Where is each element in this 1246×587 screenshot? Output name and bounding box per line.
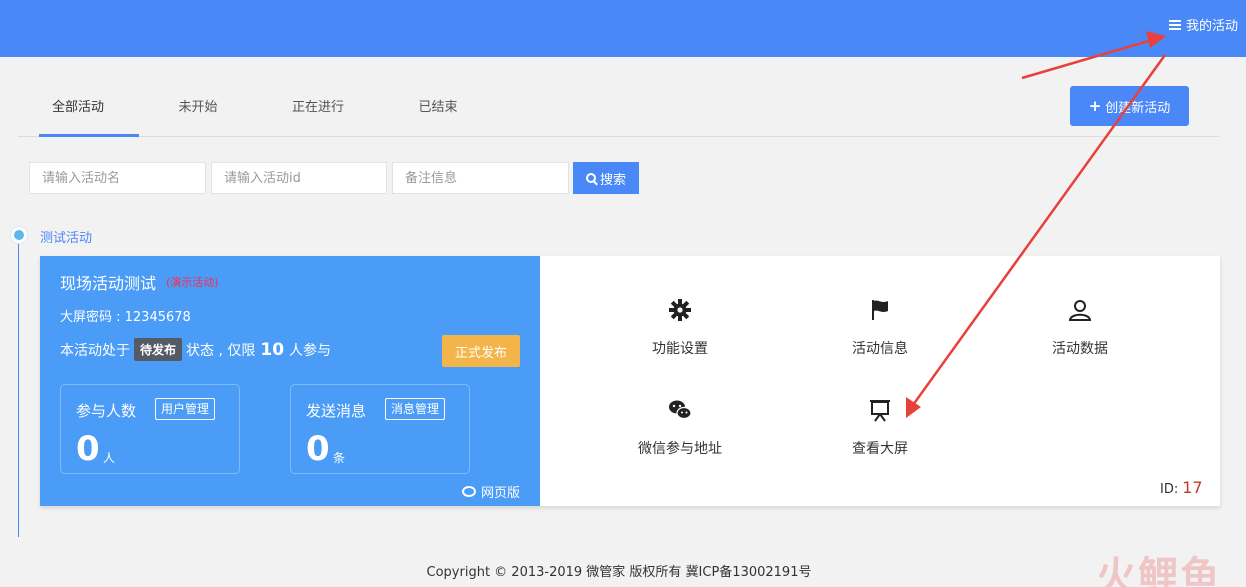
messages-label: 发送消息 xyxy=(306,402,367,420)
screen-password: 大屏密码 : 12345678 xyxy=(60,310,191,325)
activity-id: ID: 17 xyxy=(1160,478,1203,497)
activity-name-input[interactable] xyxy=(29,162,206,194)
activity-info-label: 活动信息 xyxy=(852,341,908,357)
status-badge: 待发布 xyxy=(134,338,183,361)
tab-all-activities[interactable]: 全部活动 xyxy=(18,82,139,137)
participants-label: 参与人数 xyxy=(76,402,137,420)
search-button[interactable]: 搜索 xyxy=(573,162,639,194)
wechat-participate-url-label: 微信参与地址 xyxy=(638,441,722,457)
timeline-group-label: 测试活动 xyxy=(40,231,93,246)
activity-card: 现场活动测试 (演示活动) 大屏密码 : 12345678 本活动处于 待发布 … xyxy=(40,256,1220,506)
participants-count: 0 xyxy=(76,429,100,469)
publish-button[interactable]: 正式发布 xyxy=(442,335,520,367)
presentation-screen-icon xyxy=(870,400,890,422)
tab-ended[interactable]: 已结束 xyxy=(378,82,498,136)
flag-icon xyxy=(872,300,888,320)
tab-in-progress[interactable]: 正在进行 xyxy=(258,82,378,136)
function-settings[interactable]: 功能设置 xyxy=(610,298,750,378)
activity-id-input[interactable] xyxy=(211,162,387,194)
messages-unit: 条 xyxy=(333,451,346,465)
activity-tabs: 全部活动 未开始 正在进行 已结束 xyxy=(18,82,1219,137)
activity-summary-panel: 现场活动测试 (演示活动) 大屏密码 : 12345678 本活动处于 待发布 … xyxy=(40,256,540,506)
activity-data[interactable]: 活动数据 xyxy=(1010,298,1150,378)
function-settings-label: 功能设置 xyxy=(652,341,708,357)
activity-id-value: 17 xyxy=(1182,478,1203,497)
status-prefix: 本活动处于 xyxy=(60,342,130,359)
gear-icon xyxy=(669,299,691,321)
chat-icon xyxy=(461,486,476,497)
create-activity-label: 创建新活动 xyxy=(1105,100,1171,116)
my-activities-label: 我的活动 xyxy=(1185,19,1238,34)
wechat-icon xyxy=(669,400,692,420)
activity-id-label: ID: xyxy=(1160,482,1179,497)
participant-limit: 10 xyxy=(260,339,285,360)
top-bar: 我的活动 xyxy=(0,0,1246,57)
user-icon xyxy=(1068,300,1092,321)
tab-not-started[interactable]: 未开始 xyxy=(138,82,258,136)
view-big-screen[interactable]: 查看大屏 xyxy=(810,398,950,478)
user-management-button[interactable]: 用户管理 xyxy=(155,398,216,420)
timeline-dot xyxy=(11,227,27,243)
status-suffix: 人参与 xyxy=(289,342,332,359)
participants-unit: 人 xyxy=(103,451,116,465)
activity-title[interactable]: 现场活动测试 xyxy=(60,270,156,294)
messages-count: 0 xyxy=(306,429,330,469)
search-icon xyxy=(585,173,596,183)
demo-tag: (演示活动) xyxy=(166,276,219,289)
web-version-link[interactable]: 网页版 xyxy=(461,482,520,501)
timeline-line xyxy=(18,242,19,537)
search-button-label: 搜索 xyxy=(599,172,626,188)
participants-box: 参与人数 用户管理 0 人 xyxy=(60,384,240,474)
note-input[interactable] xyxy=(392,162,569,194)
plus-icon: + xyxy=(1088,96,1102,115)
messages-box: 发送消息 消息管理 0 条 xyxy=(290,384,470,474)
message-management-button[interactable]: 消息管理 xyxy=(385,398,446,420)
status-line: 本活动处于 待发布 状态 , 仅限 10 人参与 xyxy=(60,338,331,361)
status-middle: 状态 , 仅限 xyxy=(186,342,256,359)
my-activities-menu[interactable]: 我的活动 xyxy=(1168,15,1238,34)
view-big-screen-label: 查看大屏 xyxy=(852,441,908,457)
footer-copyright: Copyright © 2013-2019 微管家 版权所有 冀ICP备1300… xyxy=(426,565,812,580)
wechat-participate-url[interactable]: 微信参与地址 xyxy=(610,398,750,478)
activity-data-label: 活动数据 xyxy=(1052,341,1108,357)
hamburger-icon xyxy=(1168,19,1181,30)
watermark-logo: 火鲤鱼 xyxy=(1096,554,1222,587)
web-version-label: 网页版 xyxy=(480,486,520,501)
activity-info[interactable]: 活动信息 xyxy=(810,298,950,378)
create-activity-button[interactable]: + 创建新活动 xyxy=(1070,86,1189,126)
